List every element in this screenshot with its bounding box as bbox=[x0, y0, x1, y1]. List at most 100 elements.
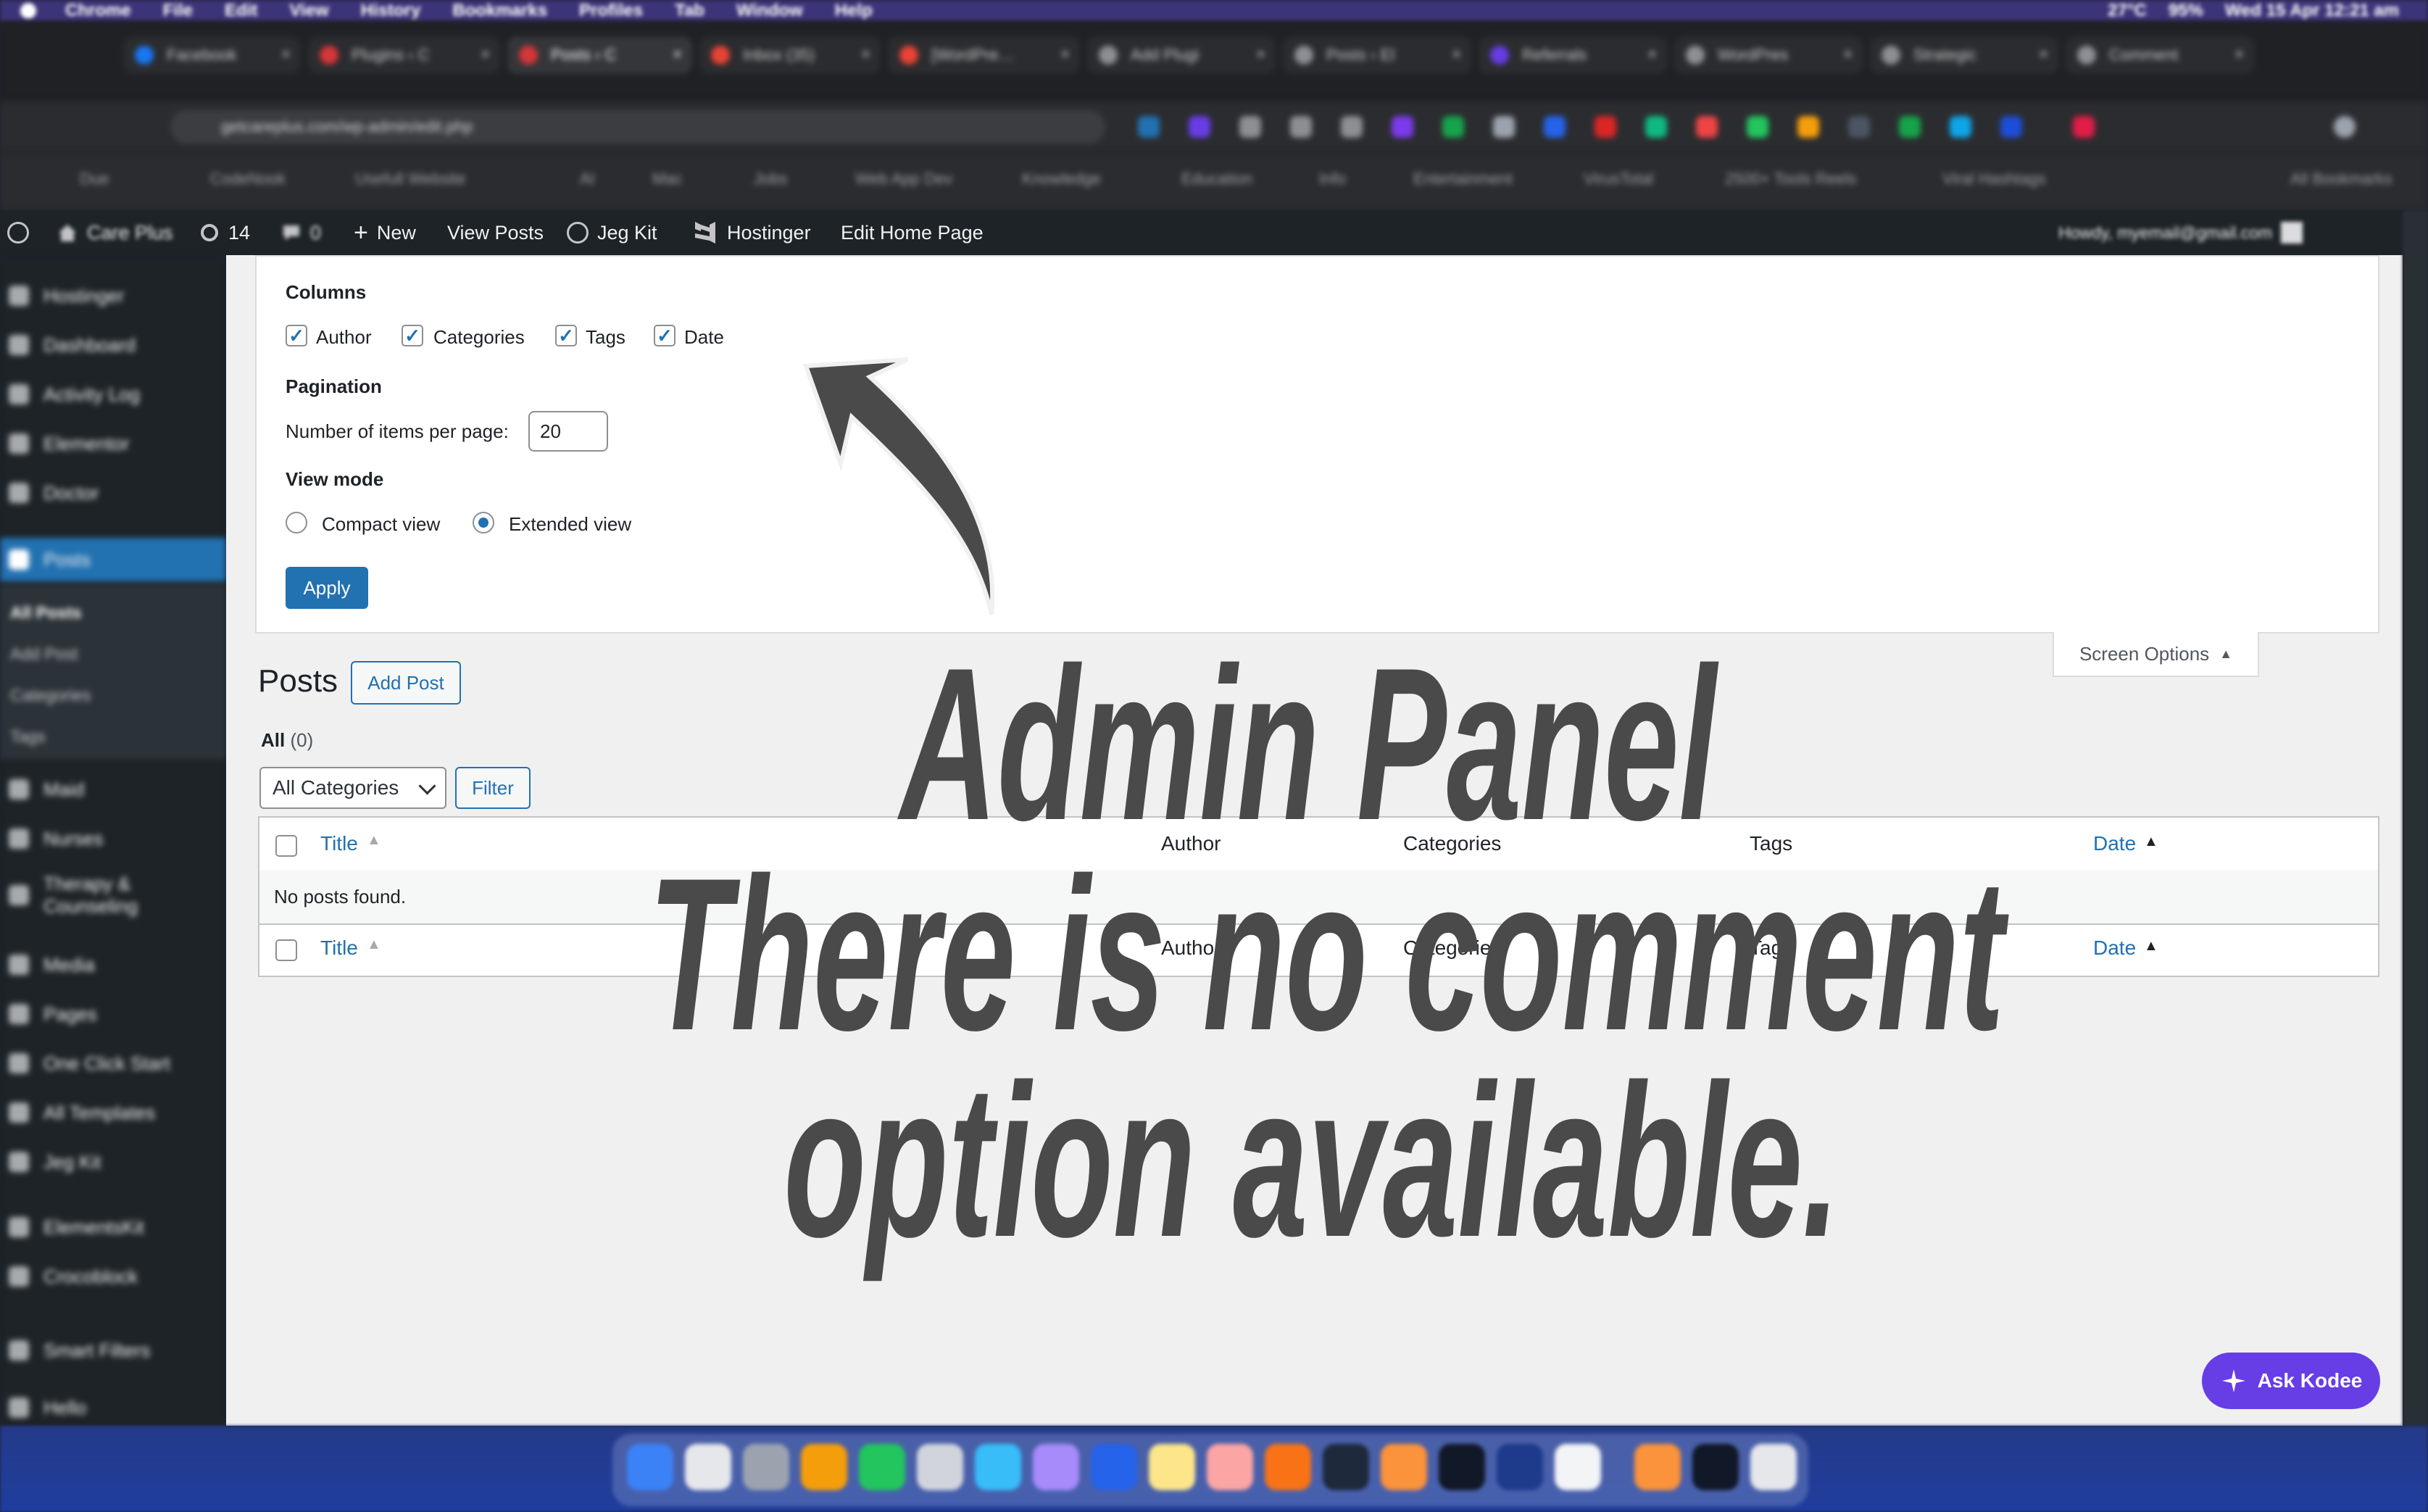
system-settings-icon[interactable] bbox=[743, 1444, 789, 1490]
sidebar-item-dashboard[interactable]: Dashboard bbox=[0, 323, 226, 367]
updates-link[interactable]: 14 bbox=[199, 210, 250, 255]
chrome-icon[interactable] bbox=[801, 1444, 847, 1490]
close-icon[interactable]: × bbox=[2234, 45, 2244, 64]
radio-extended-view[interactable] bbox=[473, 512, 494, 533]
apple-icon[interactable] bbox=[20, 3, 36, 19]
filter-button[interactable]: Filter bbox=[455, 767, 531, 809]
checkbox-categories[interactable]: ✓ bbox=[402, 325, 423, 346]
close-icon[interactable]: × bbox=[1843, 45, 1853, 64]
menu-edit[interactable]: Edit bbox=[225, 1, 257, 21]
telegram-icon[interactable] bbox=[975, 1444, 1021, 1490]
close-icon[interactable]: × bbox=[281, 45, 291, 64]
hostinger-link[interactable]: Hostinger bbox=[692, 210, 811, 255]
sidebar-item-doctor[interactable]: Doctor bbox=[0, 471, 226, 515]
browser-tab[interactable]: Inbox (35) × bbox=[699, 36, 881, 74]
apply-button[interactable]: Apply bbox=[286, 567, 368, 609]
sidebar-item-smart-filters[interactable]: Smart Filters bbox=[0, 1329, 226, 1372]
browser-tab[interactable]: Facebook × bbox=[123, 36, 301, 74]
app-store-icon[interactable] bbox=[1091, 1444, 1137, 1490]
extension-icon[interactable] bbox=[1848, 116, 1870, 138]
photos-icon[interactable] bbox=[1207, 1444, 1253, 1490]
close-icon[interactable]: × bbox=[1256, 45, 1265, 64]
sidebar-item-pages[interactable]: Pages bbox=[0, 992, 226, 1036]
photoshop-icon[interactable] bbox=[1497, 1444, 1543, 1490]
browser-tab[interactable]: WordPres × bbox=[1674, 36, 1863, 74]
browser-tab-active[interactable]: Posts ‹ C × bbox=[507, 36, 692, 74]
finder-icon[interactable] bbox=[627, 1444, 673, 1490]
bookmark-item[interactable]: Usefull Website bbox=[355, 170, 465, 188]
battery-level[interactable]: 95% bbox=[2169, 1, 2203, 21]
browser-tab[interactable]: Add Plugi × bbox=[1087, 36, 1276, 74]
extension-icon[interactable] bbox=[2073, 116, 2095, 138]
close-icon[interactable]: × bbox=[861, 45, 870, 64]
sidebar-item-hostinger[interactable]: Hostinger bbox=[0, 274, 226, 317]
ask-kodee-button[interactable]: Ask Kodee bbox=[2202, 1353, 2380, 1409]
bookmark-item[interactable]: Mac bbox=[652, 170, 683, 188]
terminal-icon[interactable] bbox=[1439, 1444, 1485, 1490]
browser-tab[interactable]: Plugins ‹ C × bbox=[308, 36, 500, 74]
extension-icon[interactable] bbox=[1138, 116, 1160, 138]
sidebar-item-elementor[interactable]: Elementor bbox=[0, 422, 226, 465]
browser-tab[interactable]: Posts ‹ El × bbox=[1283, 36, 1471, 74]
comments-link[interactable]: 0 bbox=[281, 210, 321, 255]
menu-bookmarks[interactable]: Bookmarks bbox=[452, 1, 547, 21]
bookmark-item[interactable]: Viral Hashtags bbox=[1942, 170, 2046, 188]
sidebar-item-jeg-kit[interactable]: Jeg Kit bbox=[0, 1140, 226, 1184]
browser-tab[interactable]: Strategic × bbox=[1870, 36, 2058, 74]
notes-icon[interactable] bbox=[1149, 1444, 1195, 1490]
bookmark-item[interactable]: Web App Dev bbox=[855, 170, 952, 188]
sidebar-item-one-click-start[interactable]: One Click Start bbox=[0, 1042, 226, 1085]
extension-icon[interactable] bbox=[1544, 116, 1566, 138]
new-content-link[interactable]: + New bbox=[354, 210, 416, 255]
checkbox-date[interactable]: ✓ bbox=[654, 325, 675, 346]
firefox-icon[interactable] bbox=[1634, 1444, 1681, 1490]
menu-file[interactable]: File bbox=[163, 1, 193, 21]
extension-icon[interactable] bbox=[1239, 116, 1261, 138]
sidebar-item-hello[interactable]: Hello bbox=[0, 1386, 226, 1429]
close-icon[interactable]: × bbox=[673, 45, 682, 64]
trash-icon[interactable] bbox=[1750, 1444, 1797, 1490]
sidebar-item-nurses[interactable]: Nurses bbox=[0, 817, 226, 860]
bookmark-item[interactable]: Knowledge bbox=[1022, 170, 1101, 188]
bookmark-item[interactable]: Info bbox=[1319, 170, 1346, 188]
bookmark-item[interactable]: AI bbox=[580, 170, 595, 188]
menu-help[interactable]: Help bbox=[835, 1, 873, 21]
menu-app-name[interactable]: Chrome bbox=[65, 1, 131, 21]
browser-tab[interactable]: Comment × bbox=[2066, 36, 2254, 74]
app-icon[interactable] bbox=[1033, 1444, 1079, 1490]
app-icon[interactable] bbox=[1265, 1444, 1311, 1490]
extension-icon[interactable] bbox=[1645, 116, 1667, 138]
sidebar-item-crocoblock[interactable]: Crocoblock bbox=[0, 1255, 226, 1298]
select-all-checkbox-footer[interactable] bbox=[275, 939, 297, 961]
bookmark-item[interactable]: CodeNook bbox=[210, 170, 286, 188]
weather-temp[interactable]: 27°C bbox=[2108, 1, 2147, 21]
browser-tab[interactable]: [WordPre… × bbox=[888, 36, 1080, 74]
add-post-button[interactable]: Add Post bbox=[351, 661, 461, 705]
bookmark-item[interactable]: Entertainment bbox=[1413, 170, 1513, 188]
extension-icon[interactable] bbox=[1189, 116, 1210, 138]
sidebar-item-posts[interactable]: Posts bbox=[0, 538, 226, 581]
app-icon[interactable] bbox=[917, 1444, 963, 1490]
submenu-add-post[interactable]: Add Post bbox=[10, 644, 78, 664]
profile-avatar[interactable] bbox=[2334, 116, 2356, 138]
extension-icon[interactable] bbox=[1493, 116, 1515, 138]
submenu-tags[interactable]: Tags bbox=[10, 727, 46, 747]
app-icon[interactable] bbox=[1323, 1444, 1369, 1490]
close-icon[interactable]: × bbox=[1452, 45, 1461, 64]
extension-icon[interactable] bbox=[1595, 116, 1616, 138]
per-page-input[interactable]: 20 bbox=[528, 411, 608, 452]
bookmark-item[interactable]: Jobs bbox=[754, 170, 787, 188]
extension-icon[interactable] bbox=[1290, 116, 1312, 138]
app-icon[interactable] bbox=[1692, 1444, 1739, 1490]
screen-options-toggle[interactable]: Screen Options ▲ bbox=[2053, 632, 2259, 677]
site-name[interactable]: Care Plus bbox=[57, 210, 173, 255]
all-bookmarks[interactable]: All Bookmarks bbox=[2290, 170, 2392, 188]
radio-compact-view[interactable] bbox=[286, 512, 307, 533]
close-icon[interactable]: × bbox=[1060, 45, 1070, 64]
sidebar-item-maid[interactable]: Maid bbox=[0, 768, 226, 811]
column-title-sort[interactable]: Title bbox=[320, 832, 358, 855]
sidebar-item-activity-log[interactable]: Activity Log bbox=[0, 373, 226, 416]
category-select[interactable]: All Categories bbox=[259, 767, 446, 809]
submenu-all-posts[interactable]: All Posts bbox=[10, 603, 81, 623]
extension-icon[interactable] bbox=[1442, 116, 1464, 138]
